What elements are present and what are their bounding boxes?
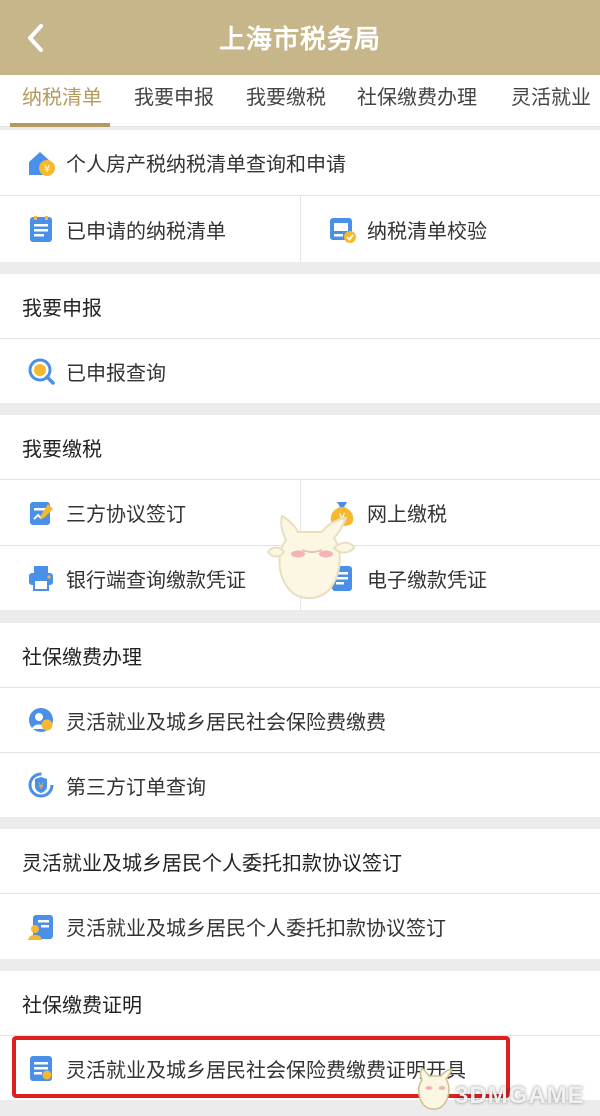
tab-pay-tax[interactable]: 我要缴税 [246,75,326,126]
social-insurance-payment-label: 灵活就业及城乡居民社会保险费缴费 [66,711,386,734]
person-yuan-icon [26,705,56,735]
watermark-text: 3DMGAME [455,1082,585,1109]
entrust-agreement-item[interactable]: 灵活就业及城乡居民个人委托扣款协议签订 [0,894,600,959]
tab-declare[interactable]: 我要申报 [134,75,214,126]
tripartite-agreement-label: 三方协议签订 [66,504,186,526]
declared-query-item[interactable]: 已申报查询 [0,339,600,403]
person-doc-icon [26,912,56,942]
list-item: ¥ 个人房产税纳税清单查询和申请 [0,130,600,195]
shield-yuan-icon: ¥ [26,770,56,800]
svg-text:¥: ¥ [44,164,50,175]
printer-icon [26,563,56,593]
online-tax-payment-label: 网上缴税 [367,504,447,526]
watermark-mascot-icon [418,1066,454,1110]
tab-social-security[interactable]: 社保缴费办理 [357,75,477,126]
tripartite-agreement-item[interactable]: 三方协议签订 [0,480,300,545]
applied-tax-list-item[interactable]: 已申请的纳税清单 [0,196,300,262]
list-item: 已申请的纳税清单 纳税清单校验 [0,195,600,262]
entrust-section-title: 灵活就业及城乡居民个人委托扣款协议签订 [0,829,600,893]
pay-tax-section-title: 我要缴税 [0,415,600,479]
verify-doc-icon [327,214,357,244]
social-insurance-payment-item[interactable]: 灵活就业及城乡居民社会保险费缴费 [0,688,600,752]
tax-list-verify-item[interactable]: 纳税清单校验 [300,196,600,262]
house-tax-list-query-label: 个人房产税纳税清单查询和申请 [66,154,346,176]
house-tax-list-query-item[interactable]: ¥ 个人房产税纳税清单查询和申请 [0,130,600,195]
active-tab-indicator [10,123,110,127]
tab-tax-list[interactable]: 纳税清单 [22,75,102,126]
tab-bar: 纳税清单 我要申报 我要缴税 社保缴费办理 灵活就业 [0,75,600,127]
sign-doc-icon [26,498,56,528]
declared-query-label: 已申报查询 [66,362,166,385]
certificate-section-title: 社保缴费证明 [0,971,600,1035]
list-item: 灵活就业及城乡居民个人委托扣款协议签订 [0,893,600,959]
search-yuan-icon [26,356,56,386]
house-yuan-icon: ¥ [26,148,56,178]
page-title: 上海市税务局 [218,24,381,54]
social-security-section-title: 社保缴费办理 [0,623,600,687]
e-payment-voucher-label: 电子缴款凭证 [367,569,487,592]
app-header: 上海市税务局 [0,0,600,75]
third-party-order-query-label: 第三方订单查询 [66,776,206,799]
svg-text:¥: ¥ [38,782,44,792]
document-icon [26,214,56,244]
entrust-agreement-label: 灵活就业及城乡居民个人委托扣款协议签订 [66,918,446,940]
list-item: 已申报查询 [0,338,600,403]
list-item: ¥ 第三方订单查询 [0,752,600,817]
back-button[interactable] [18,20,54,56]
third-party-order-query-item[interactable]: ¥ 第三方订单查询 [0,753,600,817]
applied-tax-list-label: 已申请的纳税清单 [66,220,226,243]
tab-flexible-employment[interactable]: 灵活就业 [511,75,591,126]
list-item: 灵活就业及城乡居民社会保险费缴费 [0,687,600,752]
mascot-icon [266,514,356,600]
chevron-left-icon [28,24,43,52]
tax-list-verify-label: 纳税清单校验 [367,220,487,243]
bank-voucher-query-item[interactable]: 银行端查询缴款凭证 [0,546,300,610]
declare-section-title: 我要申报 [0,274,600,338]
bank-voucher-query-label: 银行端查询缴款凭证 [66,569,246,592]
